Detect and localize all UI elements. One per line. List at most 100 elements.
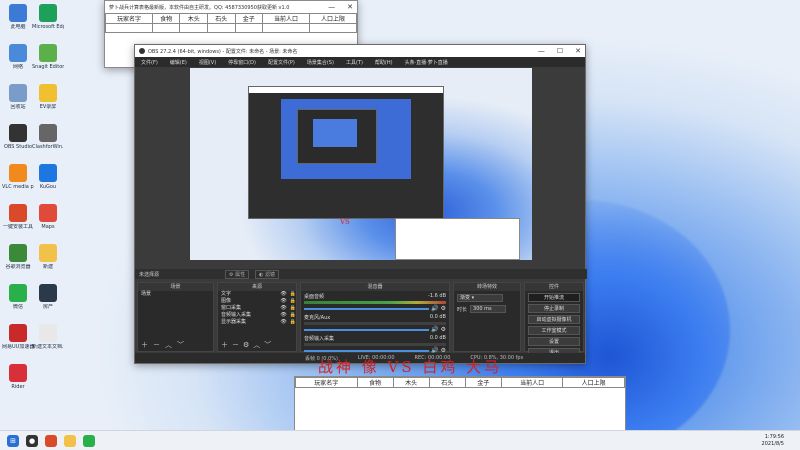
desktop-icon[interactable]: VLC media player (2, 164, 34, 190)
level-meter (304, 301, 446, 304)
close-icon[interactable]: ✕ (575, 47, 581, 55)
obs-menubar: 文件(F) 编辑(E) 视图(V) 停靠窗口(D) 配置文件(P) 场景集合(S) 工具(T… (135, 57, 585, 67)
transition-type-select[interactable]: 渐变 ▾ (457, 294, 503, 302)
table-header-cell: 当前人口 (262, 13, 311, 24)
volume-slider[interactable] (304, 349, 430, 352)
desktop-icon[interactable]: Microsoft Edge (32, 4, 64, 30)
desktop-icon[interactable]: 此电脑 (2, 4, 34, 30)
app-icon (9, 44, 27, 62)
desktop-icon[interactable]: KuGou (32, 164, 64, 190)
gear-icon[interactable]: ⚙ (441, 305, 446, 312)
app-icon (39, 4, 57, 22)
obs-titlebar[interactable]: OBS 27.2.4 (64-bit, windows) - 配置文件: 未命名… (135, 45, 585, 57)
score-table-title: 萝卜战兵计算表格最新版，本软件由自主研发。QQ: 4587330950获取更新 … (109, 4, 290, 11)
lock-icon[interactable]: 🔒 (290, 298, 296, 305)
control-button[interactable]: 工作室模式 (528, 326, 580, 335)
minimize-icon[interactable]: — (538, 47, 545, 55)
desktop-icon-label: 此电脑 (10, 24, 26, 30)
control-button[interactable]: 设置 (528, 337, 580, 346)
speaker-icon[interactable]: 🔊 (431, 305, 438, 312)
lock-icon[interactable]: 🔒 (290, 319, 296, 326)
mixer-channel: 音频输入采集 0.0 dB 🔊 ⚙ (301, 333, 449, 354)
properties-button[interactable]: ⚙ 属性 (225, 269, 250, 279)
source-item[interactable]: 音频输入采集 👁 🔒 (218, 312, 296, 319)
gear-icon[interactable]: ⚙ (441, 326, 446, 333)
menu-item[interactable]: 配置文件(P) (268, 59, 295, 66)
desktop-icon[interactable]: ClashforWin... (32, 124, 64, 150)
desktop-icon[interactable]: Maps (32, 204, 64, 230)
volume-slider[interactable] (304, 328, 430, 331)
lock-icon[interactable]: 🔒 (290, 291, 296, 298)
wechat-taskbar-icon[interactable] (83, 434, 95, 447)
table-header-cell: 金子 (234, 13, 264, 24)
desktop-icon[interactable]: 微信 (2, 284, 34, 310)
desktop-icon[interactable]: 网络 (2, 44, 34, 70)
desktop-icon-label: EV录屏 (39, 104, 57, 110)
desktop-icon[interactable]: 一键安装工具 (2, 204, 34, 230)
sources-header: 来源 (218, 283, 296, 291)
menu-item[interactable]: 场景集合(S) (307, 59, 334, 66)
source-item[interactable]: 图像 👁 🔒 (218, 298, 296, 305)
speaker-icon[interactable]: 🔊 (431, 326, 438, 333)
menu-item[interactable]: 编辑(E) (170, 59, 187, 66)
control-button[interactable]: 启动虚拟摄像机 (528, 315, 580, 324)
app-taskbar-icon[interactable] (45, 434, 57, 447)
desktop-icon[interactable]: 回收站 (2, 84, 34, 110)
obs-taskbar-icon[interactable]: ● (26, 434, 38, 447)
minimize-icon[interactable]: — (328, 3, 335, 11)
eye-icon[interactable]: 👁 (280, 305, 286, 312)
filters-button[interactable]: ◐ 滤镜 (255, 269, 280, 279)
table-header-cell: 食物 (151, 13, 181, 24)
desktop-icon[interactable]: Snagit Editor (32, 44, 64, 70)
menu-item[interactable]: 帮助(H) (375, 59, 393, 66)
obs-preview[interactable]: VS (190, 68, 532, 260)
folder-taskbar-icon[interactable] (64, 434, 76, 447)
app-icon (39, 204, 57, 222)
lock-icon[interactable]: 🔒 (290, 312, 296, 319)
lock-icon[interactable]: 🔒 (290, 305, 296, 312)
control-button[interactable]: 停止录制 (528, 304, 580, 313)
control-button[interactable]: 开始推流 (528, 293, 580, 302)
source-item[interactable]: 窗口采集 👁 🔒 (218, 305, 296, 312)
transitions-panel: 转场特效 渐变 ▾ 时长 300 ms (453, 282, 521, 352)
duration-input[interactable]: 300 ms (470, 305, 507, 313)
obs-window[interactable]: OBS 27.2.4 (64-bit, windows) - 配置文件: 未命名… (134, 44, 587, 364)
menu-item[interactable]: 停靠窗口(D) (228, 59, 256, 66)
duration-label: 时长 (457, 306, 468, 313)
start-icon[interactable]: ⊞ (7, 434, 19, 447)
desktop-icon[interactable]: Rider (2, 364, 34, 390)
score-table-titlebar[interactable]: 萝卜战兵计算表格最新版，本软件由自主研发。QQ: 4587330950获取更新 … (105, 1, 357, 13)
app-icon (39, 44, 57, 62)
menu-item[interactable]: 头条·直播·萝卜直播 (405, 59, 448, 66)
menu-item[interactable]: 视图(V) (199, 59, 216, 66)
menu-item[interactable]: 文件(F) (141, 59, 158, 66)
desktop-icon[interactable]: 房产 (32, 284, 64, 310)
desktop-icon-label: OBS Studio (4, 144, 32, 150)
desktop-icon[interactable]: OBS Studio (2, 124, 34, 150)
eye-icon[interactable]: 👁 (280, 291, 286, 298)
table-header-cell: 木头 (392, 377, 430, 388)
source-item[interactable]: 显示器采集 👁 🔒 (218, 319, 296, 326)
app-icon (39, 324, 57, 342)
eye-icon[interactable]: 👁 (280, 298, 286, 305)
source-label: 音频输入采集 (221, 312, 252, 318)
source-toolbar: 未选择源 ⚙ 属性 ◐ 滤镜 (135, 269, 587, 279)
desktop-icon[interactable]: 网易UU加速器 (2, 324, 34, 350)
scenes-header: 场景 (138, 283, 213, 291)
desktop-icon[interactable]: 谷歌浏览器 (2, 244, 34, 270)
desktop-icon[interactable]: 新建文本文档.txt (32, 324, 64, 350)
desktop-icon[interactable]: EV录屏 (32, 84, 64, 110)
volume-slider[interactable] (304, 307, 430, 310)
channel-name: 音频输入采集 (304, 336, 335, 342)
menu-item[interactable]: 工具(T) (346, 59, 363, 66)
eye-icon[interactable]: 👁 (280, 312, 286, 319)
desktop-icon[interactable]: 新建 (32, 244, 64, 270)
source-status-label: 未选择源 (139, 271, 160, 278)
scene-item[interactable]: 场景 (138, 291, 213, 298)
close-icon[interactable]: ✕ (347, 3, 353, 11)
desktop-icon-label: Maps (41, 224, 55, 230)
eye-icon[interactable]: 👁 (280, 319, 286, 326)
source-item[interactable]: 文字 👁 🔒 (218, 291, 296, 298)
maximize-icon[interactable]: ☐ (557, 47, 563, 55)
system-clock[interactable]: 1:79:56 2021/8/5 (762, 434, 784, 448)
